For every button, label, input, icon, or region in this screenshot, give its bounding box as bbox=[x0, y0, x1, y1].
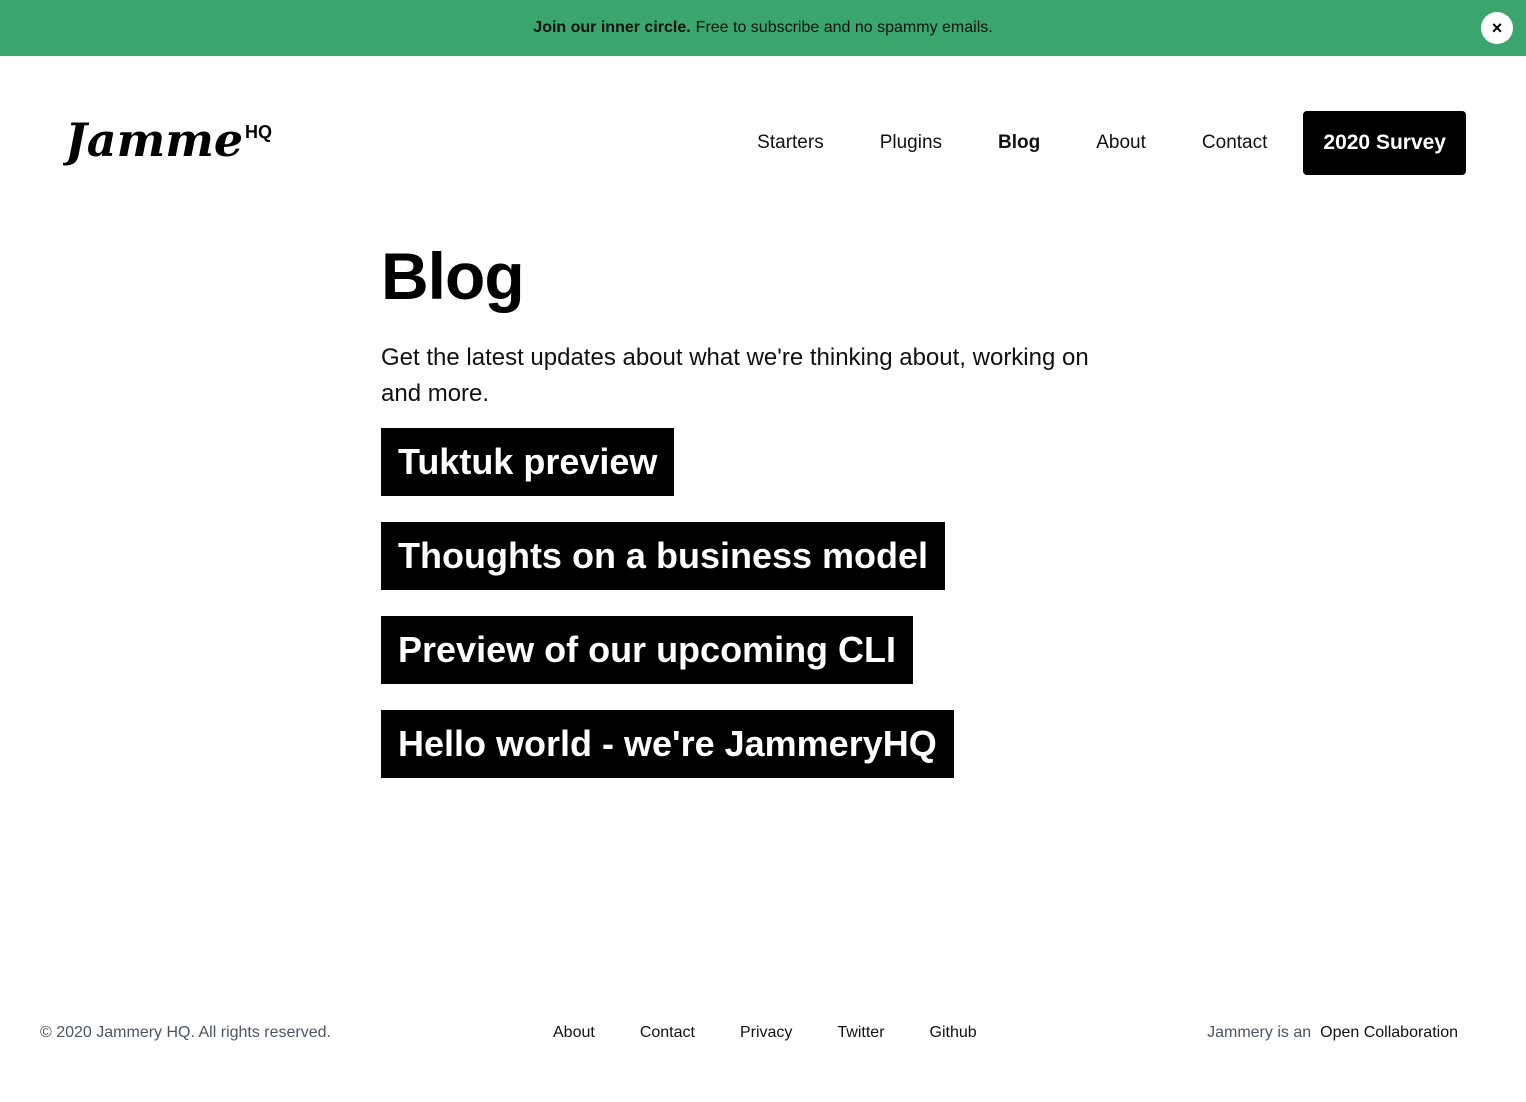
footer-links: About Contact Privacy Twitter Github bbox=[553, 1024, 977, 1042]
nav-starters[interactable]: Starters bbox=[757, 132, 824, 154]
main-nav: Starters Plugins Blog About Contact 2020… bbox=[757, 111, 1466, 175]
post-link[interactable]: Tuktuk preview bbox=[381, 428, 675, 496]
collab-note: Jammery is an Open Collaboration bbox=[1207, 1024, 1458, 1042]
collab-prefix: Jammery is an bbox=[1207, 1024, 1312, 1041]
copyright-text: © 2020 Jammery HQ. All rights reserved. bbox=[40, 1024, 331, 1041]
post-link[interactable]: Preview of our upcoming CLI bbox=[381, 616, 914, 684]
nav-plugins[interactable]: Plugins bbox=[880, 132, 942, 154]
survey-button[interactable]: 2020 Survey bbox=[1303, 111, 1466, 175]
footer-link-about[interactable]: About bbox=[553, 1024, 595, 1042]
site-footer: © 2020 Jammery HQ. All rights reserved. … bbox=[0, 1016, 1526, 1052]
post-item: Thoughts on a business model bbox=[381, 522, 1141, 616]
banner-text: Free to subscribe and no spammy emails. bbox=[695, 19, 993, 36]
site-logo[interactable]: Jammery HQ bbox=[63, 108, 283, 178]
footer-link-privacy[interactable]: Privacy bbox=[740, 1024, 792, 1042]
open-collaboration-link[interactable]: Open Collaboration bbox=[1320, 1024, 1458, 1042]
logo-text: Jammery bbox=[63, 113, 243, 167]
page-intro: Get the latest updates about what we're … bbox=[381, 344, 1089, 407]
footer-link-github[interactable]: Github bbox=[930, 1024, 977, 1042]
close-icon[interactable]: × bbox=[1481, 12, 1513, 44]
footer-link-twitter[interactable]: Twitter bbox=[837, 1024, 884, 1042]
banner-bold-text: Join our inner circle. bbox=[533, 19, 691, 36]
page-title: Blog bbox=[381, 239, 525, 313]
post-link[interactable]: Hello world - we're JammeryHQ bbox=[381, 710, 954, 778]
post-item: Preview of our upcoming CLI bbox=[381, 616, 1141, 710]
blog-main: Blog Get the latest updates about what w… bbox=[381, 236, 1141, 804]
nav-about[interactable]: About bbox=[1096, 132, 1146, 154]
jammery-script-logo: Jammery bbox=[63, 113, 243, 167]
nav-contact[interactable]: Contact bbox=[1202, 132, 1267, 154]
footer-link-contact[interactable]: Contact bbox=[640, 1024, 695, 1042]
post-list: Tuktuk preview Thoughts on a business mo… bbox=[381, 428, 1141, 804]
post-item: Tuktuk preview bbox=[381, 428, 1141, 522]
post-item: Hello world - we're JammeryHQ bbox=[381, 710, 1141, 804]
logo-suffix: HQ bbox=[245, 122, 272, 142]
nav-blog[interactable]: Blog bbox=[998, 132, 1040, 154]
announcement-banner: Join our inner circle. Free to subscribe… bbox=[0, 0, 1526, 56]
post-link[interactable]: Thoughts on a business model bbox=[381, 522, 946, 590]
